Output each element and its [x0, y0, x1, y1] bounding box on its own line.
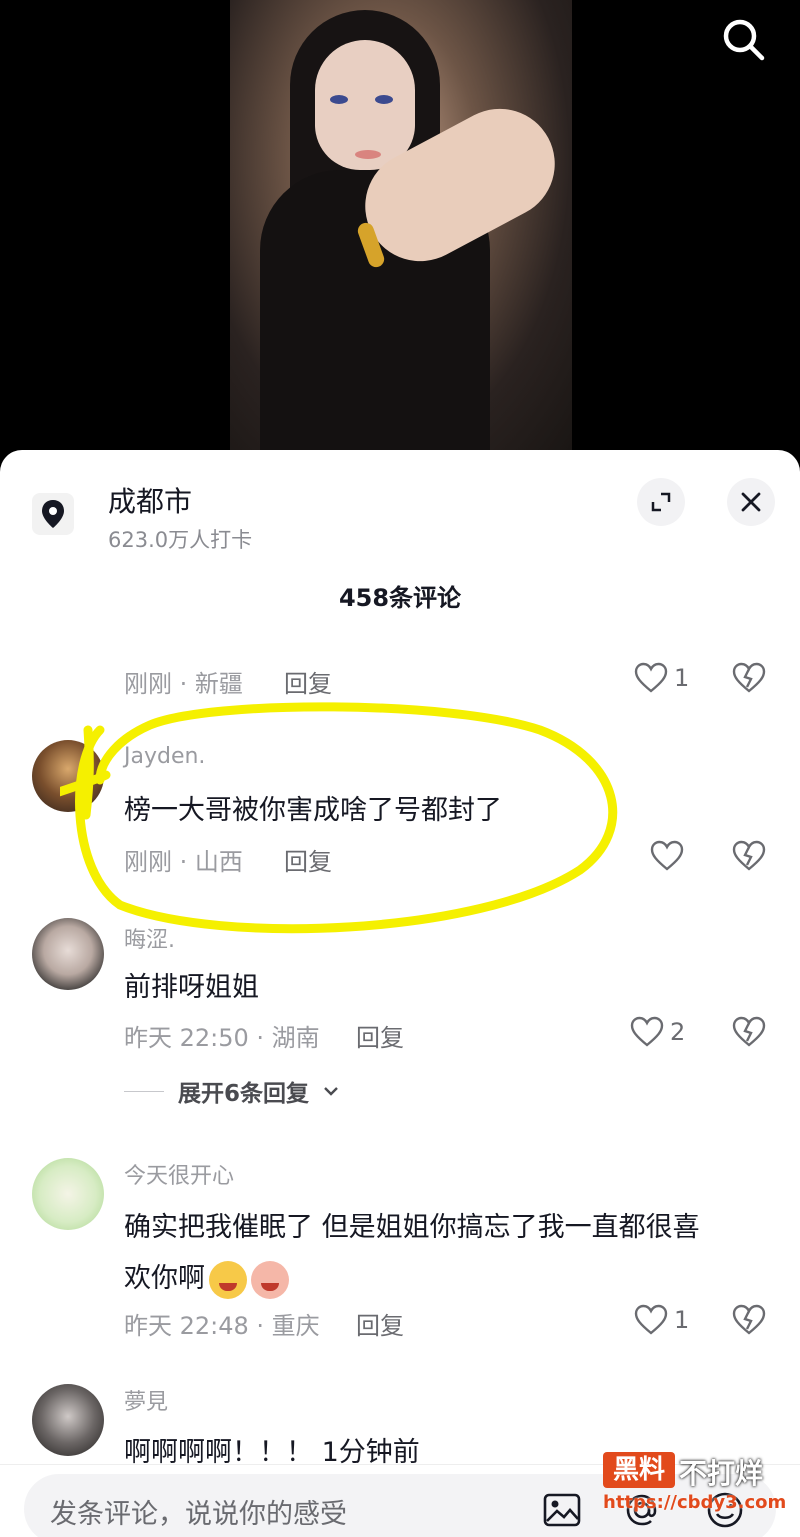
reply-button[interactable]: 回复 [284, 664, 332, 699]
comment-username[interactable]: 夢見 [124, 1384, 168, 1416]
reply-button[interactable]: 回复 [284, 842, 332, 877]
close-button[interactable] [727, 478, 775, 526]
comment-username[interactable]: Jayden. [124, 744, 205, 769]
at-icon [626, 1494, 657, 1526]
broken-heart-icon [732, 1304, 766, 1335]
broken-heart-icon [732, 662, 766, 693]
expand-icon [651, 492, 671, 512]
chevron-down-icon [324, 1087, 338, 1096]
dislike-button[interactable] [732, 1304, 766, 1340]
video-lips [355, 150, 381, 159]
like-button[interactable]: 1 [634, 662, 689, 694]
location-title[interactable]: 成都市 [108, 480, 192, 520]
expand-replies-label: 展开6条回复 [178, 1081, 310, 1107]
image-icon [543, 1493, 581, 1527]
comment-text-line2: 欢你啊 [124, 1256, 289, 1299]
comment-username[interactable]: 晦涩. [124, 922, 175, 954]
comment-count-header: 458条评论 [338, 584, 462, 612]
like-button[interactable] [650, 840, 684, 872]
video-eye [330, 95, 348, 104]
broken-heart-icon [732, 840, 766, 871]
emoji-button[interactable] [705, 1490, 745, 1530]
avatar[interactable] [32, 1158, 104, 1230]
like-button[interactable]: 2 [630, 1016, 685, 1048]
like-count: 2 [670, 1018, 686, 1046]
expand-button[interactable] [637, 478, 685, 526]
comment-meta: 刚刚 · 新疆 [124, 670, 243, 698]
like-button[interactable]: 1 [634, 1304, 689, 1336]
video-frame[interactable] [230, 0, 572, 450]
emoji-icon [707, 1492, 743, 1528]
comment-text: 前排呀姐姐 [124, 972, 259, 1003]
like-count: 1 [674, 664, 690, 692]
dislike-button[interactable] [732, 662, 766, 698]
location-icon-box[interactable] [32, 493, 74, 535]
reply-button[interactable]: 回复 [356, 1306, 404, 1341]
image-button[interactable] [542, 1490, 582, 1530]
expand-replies-button[interactable]: 展开6条回复 [124, 1074, 339, 1108]
dislike-button[interactable] [732, 840, 766, 876]
search-icon [723, 19, 765, 61]
location-pin-icon [42, 500, 64, 528]
video-eye [375, 95, 393, 104]
divider-line [124, 1090, 164, 1092]
comment-meta: 刚刚 · 山西 [124, 848, 243, 876]
comment-text: 欢你啊 [124, 1263, 205, 1294]
broken-heart-icon [732, 1016, 766, 1047]
pleading-emoji-icon [251, 1260, 289, 1299]
location-checkin-count: 623.0万人打卡 [108, 528, 253, 552]
avatar[interactable] [32, 740, 104, 812]
comment-username[interactable]: 今天很开心 [124, 1158, 234, 1190]
comment-sheet [0, 450, 800, 1537]
comment-text: 榜一大哥被你害成啥了号都封了 [124, 795, 502, 826]
search-button[interactable] [718, 14, 770, 66]
video-area[interactable] [0, 0, 800, 470]
comment-text-line1: 确实把我催眠了 但是姐姐你搞忘了我一直都很喜 [124, 1212, 700, 1243]
dislike-button[interactable] [732, 1016, 766, 1052]
mention-button[interactable] [622, 1490, 662, 1530]
comment-meta: 昨天 22:50 · 湖南 [124, 1024, 320, 1052]
comment-meta: 昨天 22:48 · 重庆 [124, 1312, 320, 1340]
like-count: 1 [674, 1306, 690, 1334]
close-icon [741, 492, 761, 512]
heart-icon [650, 840, 684, 871]
heart-icon [634, 662, 668, 693]
comment-input-placeholder[interactable]: 发条评论，说说你的感受 [50, 1492, 347, 1531]
avatar[interactable] [32, 1384, 104, 1456]
reply-button[interactable]: 回复 [356, 1018, 404, 1053]
heart-icon [630, 1016, 664, 1047]
avatar[interactable] [32, 918, 104, 990]
grinning-emoji-icon [209, 1260, 247, 1299]
heart-icon [634, 1304, 668, 1335]
